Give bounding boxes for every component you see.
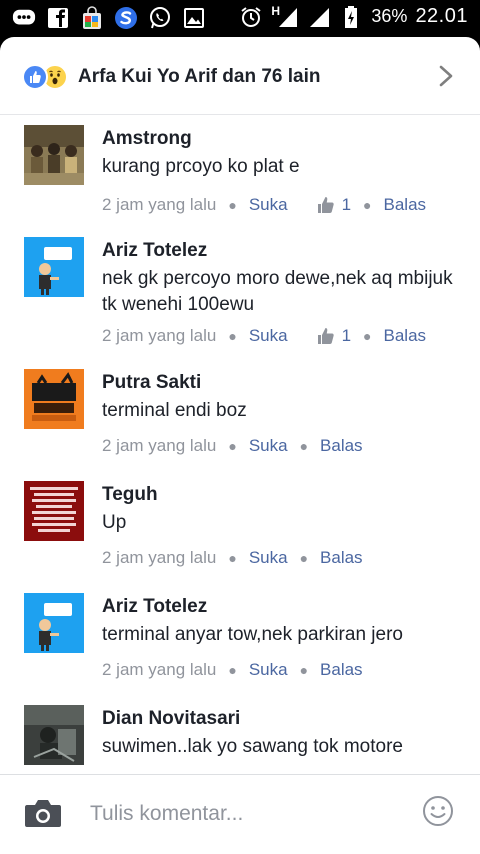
comment-text: kurang prcoyo ko plat e bbox=[102, 156, 300, 177]
comment-author[interactable]: Teguh bbox=[102, 484, 158, 506]
like-reaction-icon bbox=[22, 64, 48, 90]
avatar[interactable] bbox=[24, 369, 84, 429]
like-button[interactable]: Suka bbox=[249, 548, 288, 568]
signal-icon bbox=[307, 6, 331, 28]
reactions-summary: Arfa Kui Yo Arif dan 76 lain bbox=[78, 66, 321, 87]
comment-composer bbox=[0, 774, 480, 854]
avatar[interactable] bbox=[24, 237, 84, 297]
comment-input[interactable] bbox=[90, 797, 390, 831]
like-button[interactable]: Suka bbox=[249, 436, 288, 456]
reactions-comments-sheet: Arfa Kui Yo Arif dan 76 lain Amstrong ku… bbox=[0, 37, 480, 854]
signal-h-icon: H bbox=[271, 3, 299, 28]
comment-meta: 2 jam yang lalu ● Suka ● Balas bbox=[102, 660, 363, 680]
emoji-icon[interactable] bbox=[422, 795, 454, 827]
shopping-bag-icon bbox=[80, 6, 104, 29]
like-button[interactable]: Suka bbox=[249, 660, 288, 680]
battery-icon bbox=[339, 5, 363, 28]
separator-dot: ● bbox=[363, 197, 372, 213]
comment-meta: 2 jam yang lalu ● Suka ● Balas bbox=[102, 548, 363, 568]
separator-dot: ● bbox=[228, 328, 237, 344]
like-count-value: 1 bbox=[341, 326, 352, 345]
separator-dot: ● bbox=[299, 438, 309, 454]
notification-icons bbox=[12, 6, 206, 29]
separator-dot: ● bbox=[228, 550, 237, 566]
comment-text: Up bbox=[102, 512, 127, 533]
reply-button[interactable]: Balas bbox=[320, 548, 363, 568]
comment-time: 2 jam yang lalu bbox=[102, 660, 217, 679]
separator-dot: ● bbox=[228, 197, 237, 213]
comment-item: Dian Novitasari suwimen..lak yo sawang t… bbox=[0, 695, 480, 775]
comment-item: Putra Sakti terminal endi boz 2 jam yang… bbox=[0, 359, 480, 471]
comment-item: Ariz Totelez nek gk percoyo moro dewe,ne… bbox=[0, 227, 480, 357]
comment-item: Amstrong kurang prcoyo ko plat e 2 jam y… bbox=[0, 115, 480, 235]
like-count-value: 1 bbox=[341, 195, 352, 214]
avatar[interactable] bbox=[24, 481, 84, 541]
thumbs-up-icon bbox=[317, 197, 334, 213]
separator-dot: ● bbox=[363, 328, 372, 344]
alarm-icon bbox=[239, 6, 263, 28]
comment-meta: 2 jam yang lalu ● Suka 1 ● Balas bbox=[102, 326, 426, 346]
reply-button[interactable]: Balas bbox=[384, 195, 427, 215]
avatar[interactable] bbox=[24, 705, 84, 765]
camera-icon[interactable] bbox=[24, 797, 62, 829]
like-count[interactable]: 1 bbox=[316, 326, 351, 346]
separator-dot: ● bbox=[228, 438, 237, 454]
thumbs-up-icon bbox=[317, 328, 334, 344]
status-bar: H 36% 22.01 bbox=[0, 0, 480, 36]
comment-author[interactable]: Amstrong bbox=[102, 128, 192, 150]
comment-time: 2 jam yang lalu bbox=[102, 436, 217, 455]
comment-author[interactable]: Dian Novitasari bbox=[102, 708, 240, 730]
chat-bubble-icon bbox=[12, 7, 36, 29]
comment-text: terminal endi boz bbox=[102, 400, 247, 421]
comment-text: suwimen..lak yo sawang tok motore bbox=[102, 736, 403, 757]
comment-item: Teguh Up 2 jam yang lalu ● Suka ● Balas bbox=[0, 471, 480, 583]
reply-button[interactable]: Balas bbox=[320, 436, 363, 456]
comment-meta: 2 jam yang lalu ● Suka 1 ● Balas bbox=[102, 195, 426, 215]
image-icon bbox=[182, 7, 206, 29]
comment-text: terminal anyar tow,nek parkiran jero bbox=[102, 624, 403, 645]
like-count[interactable]: 1 bbox=[316, 195, 351, 215]
comment-time: 2 jam yang lalu bbox=[102, 548, 217, 567]
s-app-icon bbox=[114, 7, 138, 29]
comment-list[interactable]: Amstrong kurang prcoyo ko plat e 2 jam y… bbox=[0, 115, 480, 775]
comment-time: 2 jam yang lalu bbox=[102, 195, 217, 214]
comment-author[interactable]: Ariz Totelez bbox=[102, 240, 207, 262]
avatar[interactable] bbox=[24, 125, 84, 185]
battery-percent: 36% bbox=[371, 6, 408, 26]
comment-text: nek gk percoyo moro dewe,nek aq mbijuk t… bbox=[102, 268, 453, 315]
comment-time: 2 jam yang lalu bbox=[102, 326, 217, 345]
system-status: H 36% 22.01 bbox=[239, 3, 468, 28]
clock: 22.01 bbox=[415, 5, 468, 27]
comment-meta: 2 jam yang lalu ● Suka ● Balas bbox=[102, 436, 363, 456]
reactions-header[interactable]: Arfa Kui Yo Arif dan 76 lain bbox=[0, 37, 480, 115]
separator-dot: ● bbox=[299, 550, 309, 566]
chevron-right-icon[interactable] bbox=[436, 65, 456, 87]
comment-author[interactable]: Ariz Totelez bbox=[102, 596, 207, 618]
avatar[interactable] bbox=[24, 593, 84, 653]
facebook-icon bbox=[46, 7, 70, 29]
reply-button[interactable]: Balas bbox=[384, 326, 427, 346]
comment-author[interactable]: Putra Sakti bbox=[102, 372, 201, 394]
comment-item: Ariz Totelez terminal anyar tow,nek park… bbox=[0, 583, 480, 695]
network-type-label: H bbox=[271, 3, 281, 18]
whatsapp-icon bbox=[148, 7, 172, 29]
like-button[interactable]: Suka bbox=[249, 195, 288, 215]
reply-button[interactable]: Balas bbox=[320, 660, 363, 680]
reaction-icons bbox=[22, 64, 74, 90]
separator-dot: ● bbox=[299, 662, 309, 678]
like-button[interactable]: Suka bbox=[249, 326, 288, 346]
separator-dot: ● bbox=[228, 662, 237, 678]
